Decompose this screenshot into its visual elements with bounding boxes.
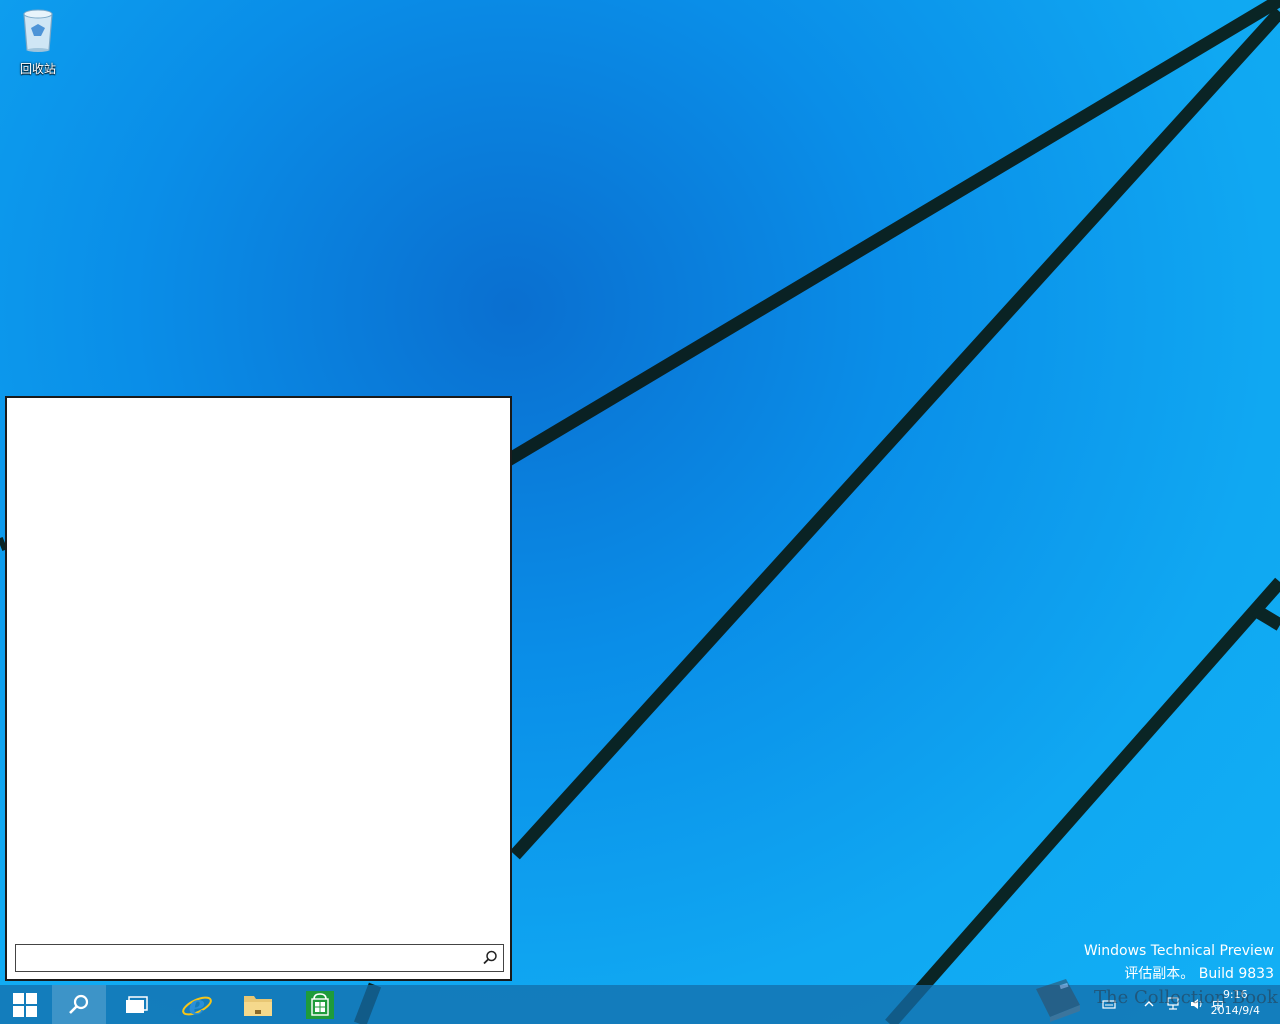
search-panel xyxy=(5,396,512,981)
taskbar-search-button[interactable] xyxy=(52,985,106,1024)
keyboard-icon[interactable] xyxy=(1102,997,1116,1011)
internet-explorer-icon: e xyxy=(182,991,212,1021)
svg-text:e: e xyxy=(189,991,206,1021)
store-button[interactable] xyxy=(293,985,347,1024)
clock[interactable]: 9:16 2014/9/4 xyxy=(1211,987,1260,1019)
search-box[interactable] xyxy=(15,944,504,972)
windows-logo-icon xyxy=(13,992,37,1017)
recycle-bin-icon xyxy=(23,9,53,52)
taskbar: e 中 9:16 2014/9/4 xyxy=(0,985,1280,1024)
task-view-icon xyxy=(126,995,148,1013)
watermark-line-2: 评估副本。 Build 9833 xyxy=(1124,966,1274,982)
volume-icon[interactable] xyxy=(1190,997,1204,1011)
build-watermark: Windows Technical Preview 评估副本。 Build 98… xyxy=(1084,940,1274,986)
network-icon[interactable] xyxy=(1166,997,1180,1011)
folder-icon xyxy=(244,995,272,1016)
task-view-button[interactable] xyxy=(110,985,164,1024)
store-icon xyxy=(306,990,334,1019)
file-explorer-button[interactable] xyxy=(231,985,285,1024)
clock-date: 2014/9/4 xyxy=(1210,1004,1260,1017)
watermark-line-1: Windows Technical Preview xyxy=(1083,943,1274,959)
search-icon xyxy=(69,994,89,1014)
recycle-bin-label: 回收站 xyxy=(19,62,56,76)
search-input[interactable] xyxy=(20,947,474,971)
system-tray: 中 9:16 2014/9/4 xyxy=(1060,985,1280,1024)
search-icon[interactable] xyxy=(481,949,499,967)
clock-time: 9:16 xyxy=(1222,988,1248,1001)
internet-explorer-button[interactable]: e xyxy=(170,985,224,1024)
start-button[interactable] xyxy=(0,985,50,1024)
recycle-bin[interactable]: 回收站 xyxy=(10,6,66,77)
show-hidden-icons-icon[interactable] xyxy=(1142,997,1156,1011)
